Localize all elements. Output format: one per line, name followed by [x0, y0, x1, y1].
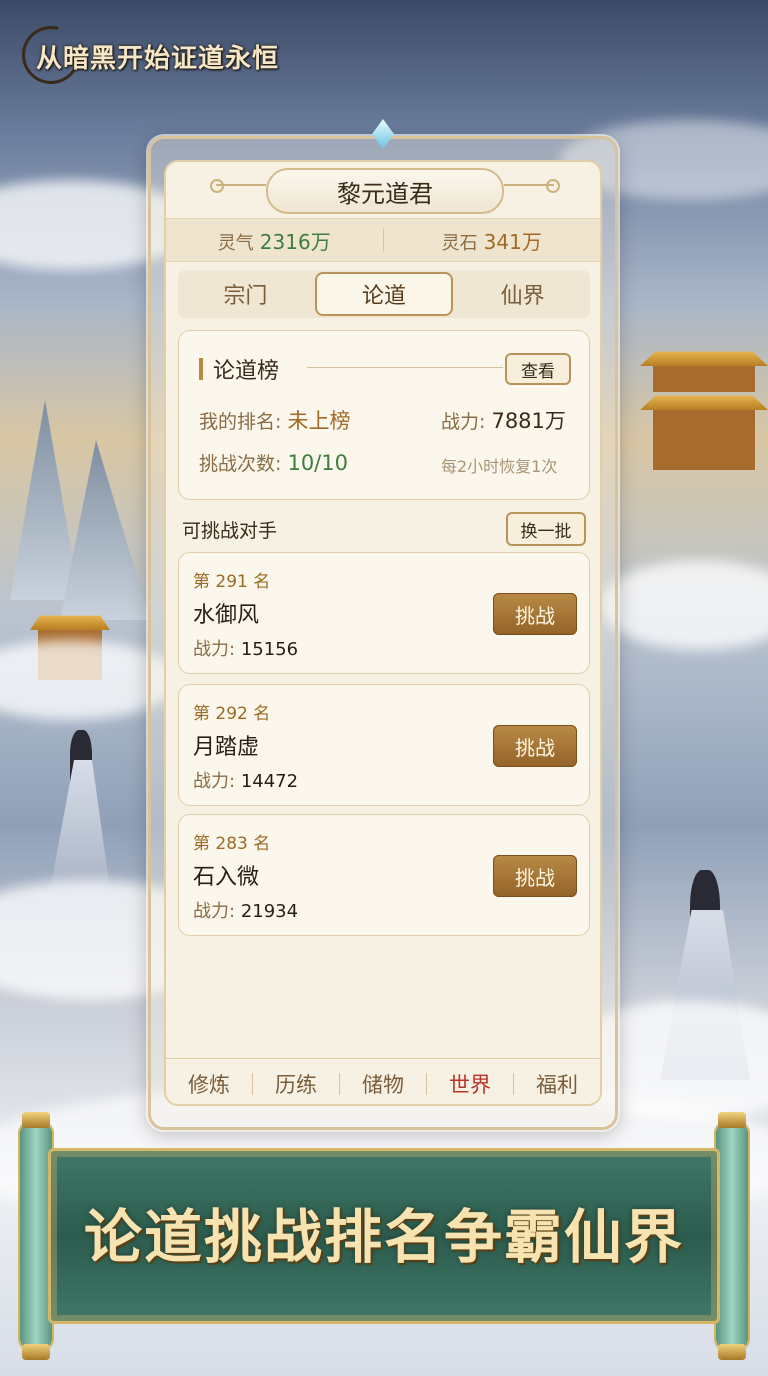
power-label: 战力: [193, 771, 236, 792]
ornament-right [504, 179, 560, 193]
recover-note: 每2小时恢复1次 [441, 457, 558, 476]
opponent-rank: 第 292 名 [193, 704, 271, 724]
my-rank-row: 我的排名: 未上榜 [199, 405, 350, 435]
game-title: 从暗黑开始证道永恒 [36, 44, 280, 74]
resource-label: 灵石 [441, 232, 478, 254]
resource-bar: 灵气 2316万 灵石 341万 [166, 218, 600, 262]
ornament-left [210, 179, 266, 193]
slogan-scroll: 论道挑战排名争霸仙界 [18, 1112, 750, 1360]
my-power-row: 战力: 7881万 [441, 405, 566, 435]
challenge-button[interactable]: 挑战 [493, 593, 577, 635]
opponent-card: 第 283 名 石入微 战力: 21934 挑战 [178, 814, 590, 936]
opponent-power: 战力: 21934 [193, 897, 298, 923]
my-rank-value: 未上榜 [287, 409, 351, 433]
view-ranking-button[interactable]: 查看 [505, 353, 571, 385]
tab-immortal-realm[interactable]: 仙界 [455, 270, 590, 318]
opponent-rank: 第 283 名 [193, 834, 271, 854]
player-name: 黎元道君 [337, 179, 433, 208]
power-label: 战力: [441, 411, 486, 433]
power-label: 战力: [193, 901, 236, 922]
refresh-opponents-button[interactable]: 换一批 [506, 512, 586, 546]
power-value: 15156 [240, 639, 299, 660]
game-logo: 从暗黑开始证道永恒 [11, 15, 278, 95]
power-value: 14472 [240, 771, 299, 792]
opponent-card: 第 291 名 水御风 战力: 15156 挑战 [178, 552, 590, 674]
resource-label: 灵气 [217, 232, 254, 254]
nav-world[interactable]: 世界 [427, 1069, 513, 1099]
tab-bar: 宗门 论道 仙界 [178, 270, 590, 318]
nav-training[interactable]: 历练 [253, 1069, 339, 1099]
slogan-text: 论道挑战排名争霸仙界 [83, 1203, 684, 1271]
resource-value: 2316万 [259, 229, 331, 254]
opponent-card: 第 292 名 月踏虚 战力: 14472 挑战 [178, 684, 590, 806]
opponent-power: 战力: 14472 [193, 767, 298, 793]
ranking-header: 论道榜 [199, 353, 279, 385]
opponent-name: 月踏虚 [193, 735, 260, 760]
ranking-card: 论道榜 查看 我的排名: 未上榜 战力: 7881万 挑战次数: 10/10 每… [178, 330, 590, 500]
accent-bar [199, 358, 203, 380]
opponent-name: 石入微 [193, 865, 260, 890]
mountain [10, 400, 80, 600]
nav-welfare[interactable]: 福利 [514, 1069, 600, 1099]
power-value: 21934 [240, 901, 299, 922]
bottom-nav: 修炼 历练 储物 世界 福利 [166, 1058, 600, 1104]
mountain [60, 440, 150, 620]
attempts-value: 10/10 [287, 451, 348, 475]
tab-sect[interactable]: 宗门 [178, 270, 313, 318]
ranking-title: 论道榜 [213, 359, 280, 384]
attempts-label: 挑战次数: [199, 453, 282, 475]
cloud [600, 560, 768, 650]
power-value: 7881万 [491, 409, 566, 433]
cultivator-figure [40, 730, 120, 890]
resource-lingqi: 灵气 2316万 [166, 226, 383, 255]
nav-cultivate[interactable]: 修炼 [166, 1069, 252, 1099]
tab-lundao[interactable]: 论道 [314, 272, 454, 316]
main-panel: 黎元道君 灵气 2316万 灵石 341万 宗门 论道 仙界 论道榜 查看 我的… [164, 160, 602, 1106]
resource-value: 341万 [483, 229, 542, 254]
resource-lingshi: 灵石 341万 [384, 226, 601, 255]
opponents-header: 可挑战对手 [182, 520, 278, 542]
nav-storage[interactable]: 储物 [340, 1069, 426, 1099]
challenge-button[interactable]: 挑战 [493, 725, 577, 767]
challenge-button[interactable]: 挑战 [493, 855, 577, 897]
attempts-row: 挑战次数: 10/10 [199, 449, 348, 476]
player-name-plate: 黎元道君 [266, 168, 504, 214]
palace [640, 340, 768, 470]
my-rank-label: 我的排名: [199, 411, 282, 433]
opponent-power: 战力: 15156 [193, 635, 298, 661]
opponent-rank: 第 291 名 [193, 572, 271, 592]
opponent-name: 水御风 [193, 603, 260, 628]
power-label: 战力: [193, 639, 236, 660]
divider [307, 367, 503, 368]
